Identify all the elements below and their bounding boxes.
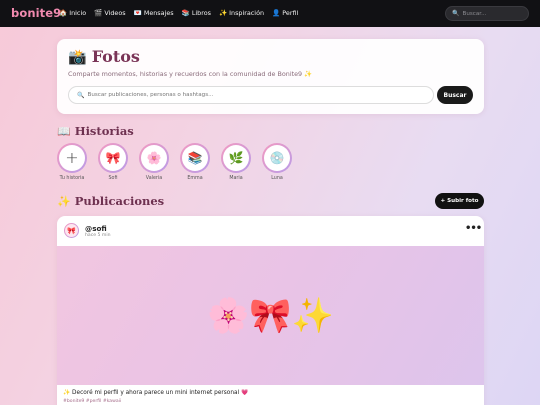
post-username[interactable]: @sofi xyxy=(85,224,107,233)
story-ring: 💿 xyxy=(262,143,292,173)
ribbon-icon: 🎀 xyxy=(65,224,78,237)
post-card: 🎀 @sofi hace 5 min ••• 🌸🎀✨ ✨ Decoré mi p… xyxy=(57,216,484,405)
sparkles-icon: ✨ xyxy=(57,194,71,208)
story-add[interactable]: + Tu historia xyxy=(57,143,87,181)
books-icon: 📚 xyxy=(181,9,190,17)
story-label: Sofi xyxy=(108,176,118,181)
stories-heading: 📖 Historias xyxy=(57,124,134,138)
upload-photo-button[interactable]: + Subir foto xyxy=(435,193,484,209)
page-title: 📸 Fotos xyxy=(68,47,140,66)
nav-item-label: Inspiración xyxy=(229,9,265,17)
top-search-placeholder: Buscar... xyxy=(462,10,487,17)
post-hashtags[interactable]: #bonite9 #perfil #kawaii xyxy=(63,399,121,404)
story-luna[interactable]: 💿 Luna xyxy=(262,143,292,181)
story-ring: 🌸 xyxy=(139,143,169,173)
book-icon: 📖 xyxy=(57,124,71,138)
search-icon: 🔍 xyxy=(452,10,460,17)
nav-item-label: Libros xyxy=(191,9,211,17)
nav-item-inspiracion[interactable]: ✨ Inspiración xyxy=(219,9,264,17)
nav-item-label: Mensajes xyxy=(143,9,174,17)
photos-header-card: 📸 Fotos Comparte momentos, historias y r… xyxy=(57,39,484,114)
app-logo[interactable]: bonite9 xyxy=(11,6,61,20)
story-label: Maria xyxy=(229,176,243,181)
nav-item-inicio[interactable]: 🏠 Inicio xyxy=(59,9,86,17)
story-label: Emma xyxy=(187,176,203,181)
posts-search-input[interactable]: 🔍 Buscar publicaciones, personas o hasht… xyxy=(68,86,434,104)
nav-item-perfil[interactable]: 👤 Perfil xyxy=(272,9,298,17)
story-ring: 📚 xyxy=(180,143,210,173)
page-description: Comparte momentos, historias y recuerdos… xyxy=(68,70,313,78)
nav-item-label: Inicio xyxy=(69,9,87,17)
story-label: Valeria xyxy=(145,176,163,181)
story-maria[interactable]: 🌿 Maria xyxy=(221,143,251,181)
books-icon: 📚 xyxy=(182,145,208,171)
avatar[interactable]: 🎀 xyxy=(64,223,79,238)
sparkles-icon: ✨ xyxy=(218,9,228,17)
post-image[interactable]: 🌸🎀✨ xyxy=(57,246,484,385)
story-valeria[interactable]: 🌸 Valeria xyxy=(139,143,169,181)
top-navbar: bonite9 🏠 Inicio 🎬 Videos 💌 Mensajes 📚 L… xyxy=(0,0,540,27)
nav-item-videos[interactable]: 🎬 Videos xyxy=(94,9,125,17)
post-timestamp: hace 5 min xyxy=(85,233,111,238)
story-ring: 🎀 xyxy=(98,143,128,173)
clapper-icon: 🎬 xyxy=(94,9,103,17)
love-letter-icon: 💌 xyxy=(133,9,142,17)
stories-row: + Tu historia 🎀 Sofi 🌸 Valeria 📚 Emma 🌿 … xyxy=(57,143,292,181)
camera-icon: 📸 xyxy=(68,47,87,66)
disc-icon: 💿 xyxy=(264,145,290,171)
home-icon: 🏠 xyxy=(59,9,68,17)
story-sofi[interactable]: 🎀 Sofi xyxy=(98,143,128,181)
posts-search-placeholder: Buscar publicaciones, personas o hashtag… xyxy=(87,92,214,98)
ribbon-icon: 🎀 xyxy=(100,145,126,171)
herb-icon: 🌿 xyxy=(223,145,249,171)
cherry-blossom-icon: 🌸 xyxy=(141,145,167,171)
nav-item-libros[interactable]: 📚 Libros xyxy=(182,9,211,17)
more-options-icon[interactable]: ••• xyxy=(465,223,482,234)
user-icon: 👤 xyxy=(272,9,281,17)
story-label: Luna xyxy=(271,176,283,181)
posts-heading-text: Publicaciones xyxy=(74,194,165,208)
stories-heading-text: Historias xyxy=(74,124,134,138)
post-caption: ✨ Decoré mi perfil y ahora parece un min… xyxy=(63,390,249,396)
plus-icon: + xyxy=(59,145,85,171)
nav-item-mensajes[interactable]: 💌 Mensajes xyxy=(134,9,174,17)
posts-heading: ✨ Publicaciones xyxy=(57,194,164,208)
search-button[interactable]: Buscar xyxy=(437,86,473,104)
page-title-text: Fotos xyxy=(91,47,140,66)
story-ring: + xyxy=(57,143,87,173)
story-label: Tu historia xyxy=(59,176,85,181)
story-emma[interactable]: 📚 Emma xyxy=(180,143,210,181)
main-nav: 🏠 Inicio 🎬 Videos 💌 Mensajes 📚 Libros ✨ … xyxy=(59,9,298,17)
top-search-input[interactable]: 🔍 Buscar... xyxy=(445,6,529,21)
nav-item-label: Videos xyxy=(104,9,126,17)
story-ring: 🌿 xyxy=(221,143,251,173)
nav-item-label: Perfil xyxy=(282,9,299,17)
search-icon: 🔍 xyxy=(77,91,85,99)
